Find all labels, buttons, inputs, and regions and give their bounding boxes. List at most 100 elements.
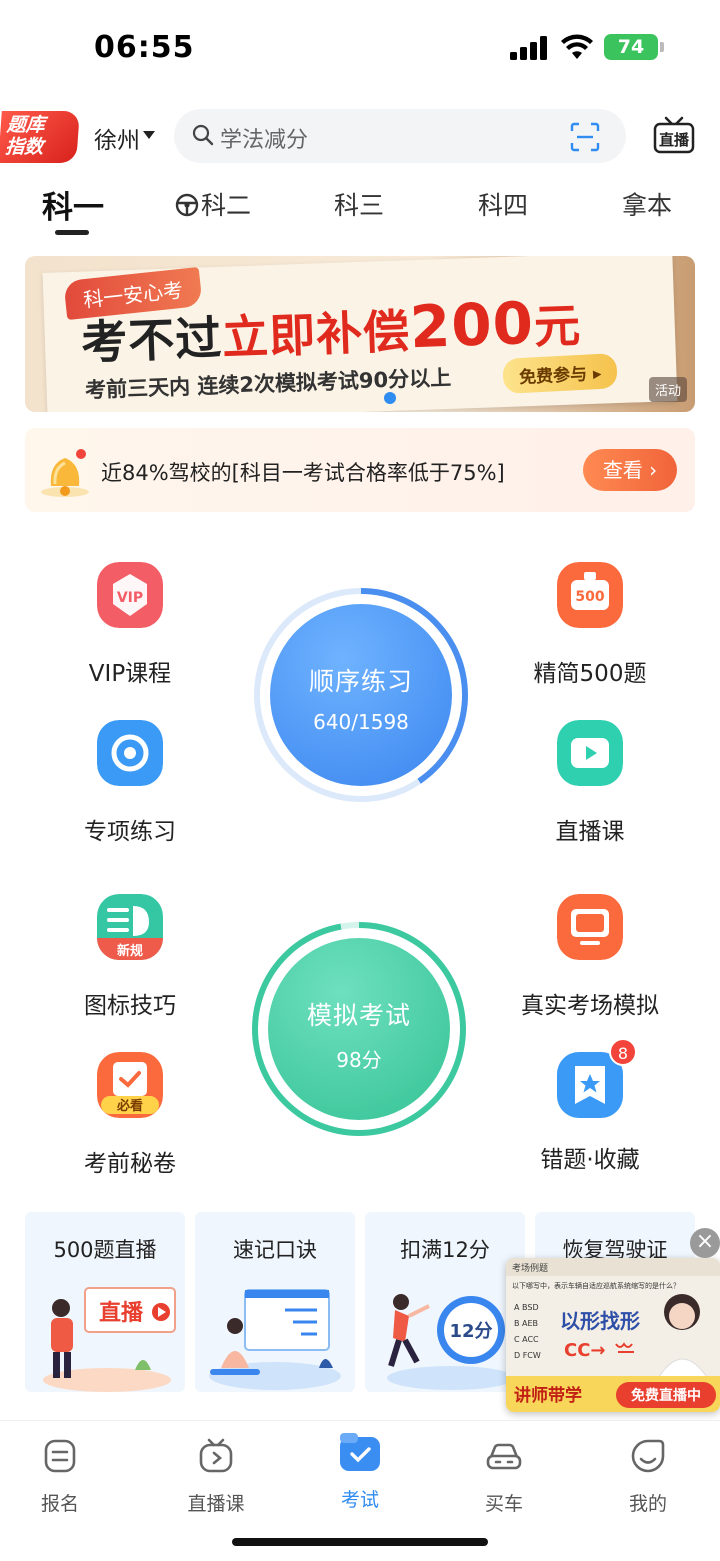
- tab-ke1[interactable]: 科一: [42, 182, 104, 227]
- banner-title-part2: 立即补偿: [221, 304, 412, 365]
- real-exam-sim-label: 真实考场模拟: [521, 993, 659, 1019]
- mock-exam-button[interactable]: 模拟考试 98分: [268, 938, 450, 1120]
- clipboard-check-icon: 必看: [97, 1052, 163, 1118]
- status-time: 06:55: [94, 30, 195, 65]
- feature-wrong-favorites[interactable]: 8 错题·收藏: [500, 1038, 680, 1174]
- vip-icon: VIP: [97, 562, 163, 628]
- live-tv-icon[interactable]: 直播: [652, 115, 696, 157]
- banner-activity-badge: 活动: [648, 377, 687, 402]
- tab-ke2[interactable]: 科二: [175, 186, 251, 222]
- banner-join-button[interactable]: 免费参与 ▸: [502, 353, 619, 394]
- study-illustration: [209, 1289, 341, 1390]
- sequential-practice-button[interactable]: 顺序练习 640/1598: [270, 604, 452, 786]
- new-rule-text: 新规: [117, 943, 143, 959]
- tab-ke3[interactable]: 科三: [334, 186, 384, 222]
- feature-vip-course[interactable]: VIP VIP课程: [40, 562, 220, 688]
- wrong-count-badge: 8: [609, 1038, 637, 1066]
- bell-icon: [41, 449, 89, 497]
- floating-live-video[interactable]: 考场例题 以下哪写中，表示车辆自适应巡航系统缩写的是什么？ A BSD B AE…: [506, 1258, 720, 1412]
- 500-questions-label: 精简500题: [533, 661, 647, 687]
- vip-icon-text: VIP: [117, 590, 143, 606]
- close-icon[interactable]: ×: [690, 1228, 720, 1258]
- card-12-points[interactable]: 扣满12分 12分: [365, 1212, 525, 1392]
- home-indicator: [232, 1538, 488, 1546]
- wifi-icon: [561, 34, 593, 59]
- card-art-live-text: 直播: [99, 1300, 144, 1326]
- special-practice-label: 专项练习: [84, 819, 176, 845]
- wrong-favorites-label: 错题·收藏: [540, 1147, 640, 1173]
- live-broadcast-illustration: 直播: [43, 1287, 176, 1392]
- float-option-c: C ACC: [514, 1335, 539, 1344]
- nav-exam[interactable]: 考试: [300, 1433, 420, 1512]
- scan-icon[interactable]: [570, 122, 600, 152]
- nav-buy-car[interactable]: 买车: [444, 1437, 564, 1516]
- float-formula: CC→: [564, 1340, 606, 1361]
- promo-banner[interactable]: 科一安心考 考不过立即补偿200元 考前三天内 连续2次模拟考试90分以上 免费…: [25, 256, 695, 412]
- steering-wheel-icon: [175, 193, 199, 217]
- monitor-icon: [557, 894, 623, 960]
- nav-mine-label: 我的: [628, 1493, 667, 1515]
- must-see-text: 必看: [116, 1098, 143, 1114]
- float-footer-left: 讲师带学: [514, 1385, 582, 1406]
- floating-video-content: 考场例题 以下哪写中，表示车辆自适应巡航系统缩写的是什么？ A BSD B AE…: [506, 1258, 720, 1412]
- subject-tabs: 科一 科二 科三 科四 拿本: [0, 180, 720, 240]
- float-option-b: B AEB: [514, 1319, 538, 1328]
- feature-sign-tips[interactable]: 新规 图标技巧: [40, 894, 220, 1020]
- feature-real-exam-sim[interactable]: 真实考场模拟: [500, 894, 680, 1020]
- question-bank-index-badge[interactable]: 题库 指数: [0, 111, 80, 163]
- banner-unit: 元: [533, 298, 583, 354]
- tab-ke4[interactable]: 科四: [478, 186, 528, 222]
- exam-nav-icon: [340, 1433, 380, 1471]
- nav-exam-label: 考试: [340, 1489, 379, 1511]
- float-option-d: D FCW: [514, 1351, 541, 1360]
- notice-view-button[interactable]: 查看 ›: [583, 449, 677, 491]
- status-bar: 06:55 74: [0, 0, 720, 90]
- sign-tips-label: 图标技巧: [84, 993, 176, 1019]
- battery-cap: [660, 42, 664, 52]
- card-art-12-text: 12分: [449, 1321, 492, 1342]
- card-mnemonics[interactable]: 速记口诀: [195, 1212, 355, 1392]
- caret-down-icon[interactable]: [143, 131, 155, 139]
- 500-questions-icon: 500: [557, 562, 623, 628]
- search-bar[interactable]: 学法减分: [174, 109, 626, 163]
- tab-naben[interactable]: 拿本: [622, 186, 672, 222]
- 12-points-illustration: 12分: [387, 1294, 515, 1390]
- card-500-live[interactable]: 500题直播 直播: [25, 1212, 185, 1392]
- banner-amount: 200: [408, 288, 536, 362]
- vip-course-label: VIP课程: [88, 661, 172, 687]
- tab-ke2-label: 科二: [201, 191, 252, 220]
- nav-mine[interactable]: 我的: [588, 1437, 708, 1516]
- badge-line1: 题库: [6, 114, 46, 136]
- card-12-points-title: 扣满12分: [400, 1238, 490, 1262]
- notice-text: 近84%驾校的[科目一考试合格率低于75%]: [101, 461, 505, 485]
- battery-icon: 74: [604, 34, 658, 60]
- active-tab-indicator: [55, 230, 89, 235]
- feature-special-practice[interactable]: 专项练习: [40, 720, 220, 846]
- sequential-practice-title: 顺序练习: [308, 667, 413, 696]
- carousel-dot: [384, 392, 396, 404]
- notice-bar[interactable]: 近84%驾校的[科目一考试合格率低于75%] 查看 ›: [25, 428, 695, 512]
- nav-live[interactable]: 直播课: [156, 1437, 276, 1516]
- feature-secret-papers[interactable]: 必看 考前秘卷: [40, 1052, 220, 1178]
- secret-papers-label: 考前秘卷: [84, 1151, 176, 1177]
- nav-signup-label: 报名: [40, 1493, 79, 1515]
- feature-500-questions[interactable]: 500 精简500题: [500, 562, 680, 688]
- profile-face-icon: [631, 1439, 665, 1473]
- live-tv-nav-icon: [199, 1438, 233, 1473]
- video-camera-icon: [557, 720, 623, 786]
- mock-exam-score: 98分: [336, 1048, 382, 1072]
- nav-buy-car-label: 买车: [484, 1493, 523, 1515]
- banner-title-part1: 考不过: [80, 310, 224, 370]
- nav-signup[interactable]: 报名: [0, 1437, 120, 1516]
- feature-live-course[interactable]: 直播课: [500, 720, 680, 846]
- city-selector[interactable]: 徐州: [94, 121, 140, 155]
- card-500-live-title: 500题直播: [53, 1238, 157, 1262]
- search-icon: [192, 124, 214, 146]
- 500-icon-text: 500: [575, 589, 604, 605]
- float-question: 以下哪写中，表示车辆自适应巡航系统缩写的是什么？: [512, 1281, 680, 1290]
- float-option-a: A BSD: [514, 1303, 539, 1312]
- float-header: 考场例题: [512, 1262, 548, 1274]
- live-tv-label: 直播: [659, 131, 690, 149]
- bookmark-star-icon: 8: [557, 1038, 637, 1118]
- nav-live-label: 直播课: [187, 1493, 245, 1515]
